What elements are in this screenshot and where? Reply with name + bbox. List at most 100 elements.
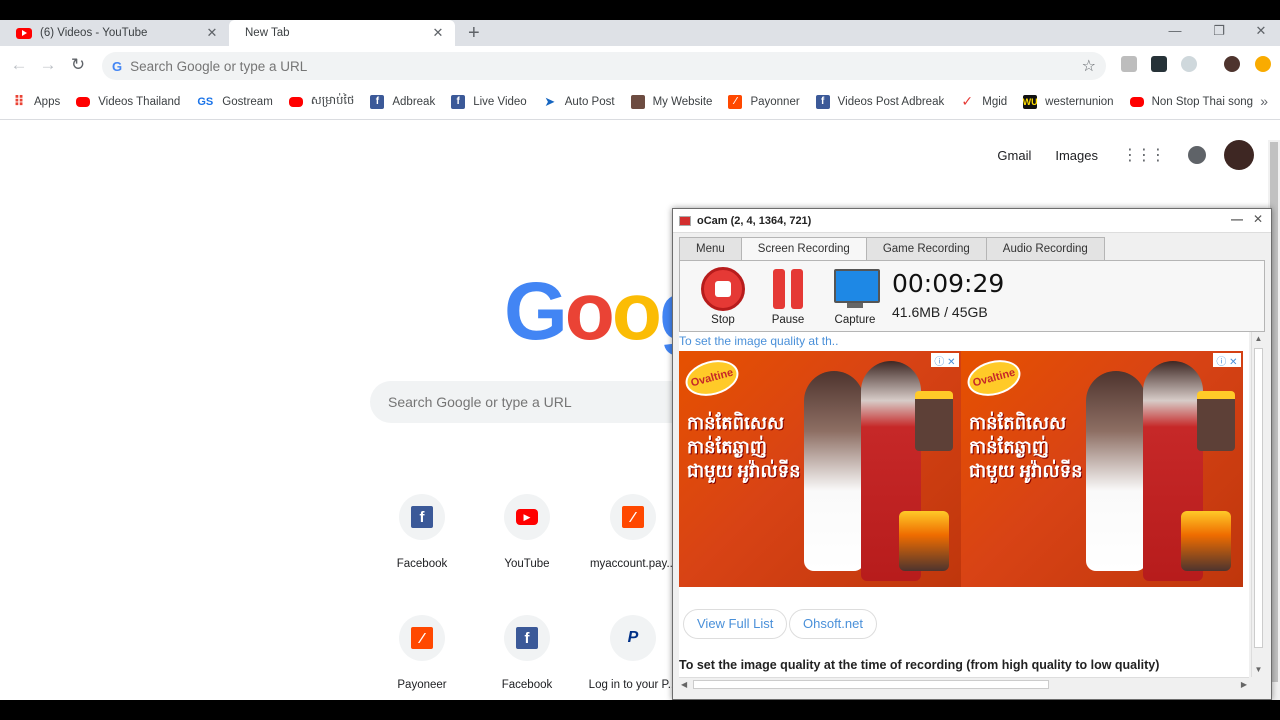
pause-icon (766, 267, 810, 311)
close-icon[interactable]: ✕ (431, 25, 445, 41)
tip-header[interactable]: To set the image quality at th.. (679, 332, 1249, 350)
view-full-list-button[interactable]: View Full List (683, 609, 788, 639)
bookmarks-bar: ⠿ Apps Videos Thailand GS Gostream សម្រាប់… (0, 84, 1280, 120)
bookmark-apps[interactable]: ⠿ Apps (12, 93, 61, 109)
ocam-close-button[interactable]: ✕ (1253, 212, 1263, 226)
extension-icon[interactable] (1121, 56, 1137, 72)
shortcut-youtube[interactable]: ▶ YouTube (471, 492, 583, 592)
avatar[interactable] (1224, 140, 1254, 170)
tab-screen-recording[interactable]: Screen Recording (740, 237, 867, 261)
ad-person (804, 371, 864, 571)
tab-new-tab[interactable]: New Tab ✕ (229, 20, 455, 46)
bookmark-mgid[interactable]: ✓ Mgid (960, 93, 1007, 109)
tab-label: (6) Videos - YouTube (40, 27, 148, 39)
gmail-link[interactable]: Gmail (997, 148, 1031, 163)
toolbar: ← → ↻ G ☆ (0, 46, 1280, 84)
payoneer-icon: ⁄ (728, 94, 743, 109)
bookmark-westernunion[interactable]: WU westernunion (1023, 94, 1114, 109)
scroll-right-icon[interactable]: ▶ (1241, 678, 1247, 692)
bookmark-payonner[interactable]: ⁄ Payonner (728, 94, 800, 109)
stop-label: Stop (711, 314, 735, 326)
extension-icon[interactable] (1151, 56, 1167, 72)
profile-avatar[interactable] (1224, 56, 1240, 72)
close-window-button[interactable]: ✕ (1238, 20, 1280, 46)
restore-button[interactable]: ❐ (1196, 20, 1242, 46)
bookmarks-overflow-icon[interactable]: » (1260, 93, 1268, 109)
ad-text: កាន់តែពិសេស កាន់តែឆ្ងាញ់ ជាមួយ អូវ៉ាល់ទី… (687, 413, 801, 481)
ocam-minimize-button[interactable]: — (1231, 212, 1243, 226)
forward-button[interactable]: → (38, 55, 58, 75)
update-icon[interactable] (1255, 56, 1271, 72)
back-button[interactable]: ← (9, 55, 29, 75)
tab-strip: (6) Videos - YouTube ✕ New Tab ✕ + — ❐ ✕ (0, 20, 1280, 46)
ad-choices-icon[interactable]: ⓘ ✕ (931, 353, 959, 368)
bookmark-auto-post[interactable]: ➤ Auto Post (543, 94, 614, 109)
bookmark-videos-thailand[interactable]: Videos Thailand (76, 96, 180, 108)
facebook-icon: f (516, 627, 538, 649)
ohsoft-link-button[interactable]: Ohsoft.net (789, 609, 877, 639)
apps-grid-icon[interactable]: ⋮⋮⋮ (1122, 145, 1166, 165)
scroll-left-icon[interactable]: ◀ (681, 678, 687, 692)
logo-letter: o (611, 266, 662, 357)
minimize-button[interactable]: — (1152, 20, 1198, 46)
search-input[interactable] (388, 394, 668, 410)
stop-button[interactable]: Stop (698, 267, 748, 326)
bookmark-khmer[interactable]: សម្រាប់ថៃ (288, 93, 354, 110)
shortcut-circle: f (399, 494, 445, 540)
shortcut-label: myaccount.pay... (589, 558, 677, 570)
shortcut-circle: ⁄ (399, 615, 445, 661)
ocam-title-bar[interactable]: oCam (2, 4, 1364, 721) — ✕ (673, 209, 1271, 233)
new-tab-button[interactable]: + (468, 22, 480, 45)
recording-size: 41.6MB / 45GB (892, 304, 988, 320)
paypal-icon: P (627, 629, 639, 646)
shortcut-facebook-2[interactable]: f Facebook (471, 613, 583, 700)
shortcut-label: Payoneer (397, 679, 447, 691)
pause-button[interactable]: Pause (763, 267, 813, 326)
bookmark-non-stop-thai-song[interactable]: Non Stop Thai song (1129, 96, 1253, 108)
facebook-icon: f (451, 94, 466, 109)
bookmark-live-video[interactable]: f Live Video (451, 94, 527, 109)
facebook-icon: f (815, 94, 830, 109)
ocam-toolbar: Stop Pause Capture 00:09:29 41.6MB / 45G… (679, 260, 1265, 332)
logo-letter: o (564, 266, 615, 357)
vertical-scrollbar[interactable]: ▲ ▼ (1251, 332, 1265, 677)
tab-youtube[interactable]: (6) Videos - YouTube ✕ (0, 20, 229, 46)
scroll-up-icon[interactable]: ▲ (1252, 332, 1265, 346)
bookmark-adbreak[interactable]: f Adbreak (370, 94, 435, 109)
notifications-icon[interactable] (1188, 146, 1206, 164)
bookmark-videos-post-adbreak[interactable]: f Videos Post Adbreak (815, 94, 944, 109)
horizontal-scrollbar[interactable]: ◀ ▶ (679, 677, 1249, 691)
ad-choices-icon[interactable]: ⓘ ✕ (1213, 353, 1241, 368)
capture-button[interactable]: Capture (830, 267, 880, 326)
ad-cup (915, 391, 953, 451)
omnibox-input[interactable] (130, 58, 1106, 74)
tab-game-recording[interactable]: Game Recording (865, 237, 987, 261)
scroll-thumb[interactable] (1254, 348, 1263, 648)
scroll-thumb[interactable] (693, 680, 1049, 689)
ad-jar (1181, 511, 1231, 571)
images-link[interactable]: Images (1055, 148, 1098, 163)
omnibox[interactable]: G ☆ (102, 52, 1106, 80)
monitor-icon (833, 267, 880, 311)
bookmark-my-website[interactable]: My Website (630, 94, 712, 109)
facebook-icon: f (411, 506, 433, 528)
close-icon[interactable]: ✕ (205, 25, 219, 41)
youtube-icon (16, 27, 32, 39)
extension-icon[interactable] (1181, 56, 1197, 72)
ad-banner[interactable]: Ovaltine កាន់តែពិសេស កាន់តែឆ្ងាញ់ ជាមួយ … (679, 351, 961, 587)
shortcut-facebook[interactable]: f Facebook (366, 492, 478, 592)
bookmark-gostream[interactable]: GS Gostream (196, 95, 272, 109)
reload-button[interactable]: ↻ (68, 55, 88, 75)
youtube-icon: ▶ (516, 509, 538, 525)
shortcut-label: Facebook (396, 558, 448, 570)
scroll-down-icon[interactable]: ▼ (1252, 663, 1265, 677)
ovaltine-logo: Ovaltine (963, 354, 1025, 402)
bookmark-star-icon[interactable]: ☆ (1082, 56, 1096, 76)
shortcut-payoneer[interactable]: ⁄ Payoneer (366, 613, 478, 700)
tab-audio-recording[interactable]: Audio Recording (985, 237, 1105, 261)
pause-label: Pause (771, 314, 805, 326)
payoneer-icon: ⁄ (622, 506, 644, 528)
ad-banner[interactable]: Ovaltine កាន់តែពិសេស កាន់តែឆ្ងាញ់ ជាមួយ … (961, 351, 1243, 587)
tab-menu[interactable]: Menu (679, 237, 742, 261)
mgid-icon: ✓ (961, 93, 974, 109)
